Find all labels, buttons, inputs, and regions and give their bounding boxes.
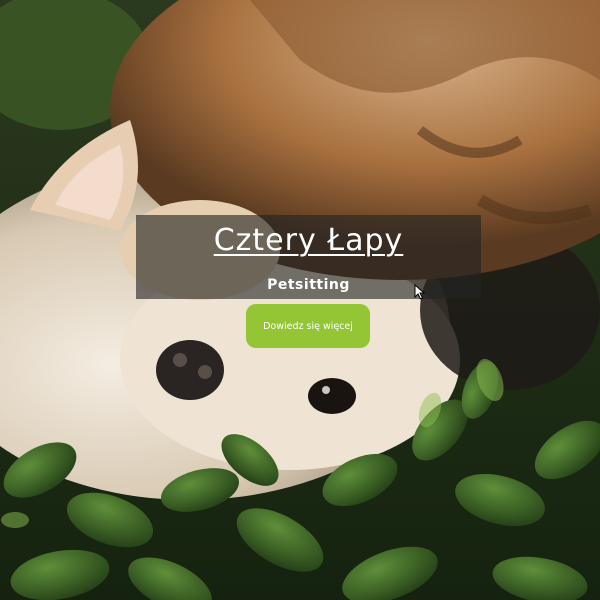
mouse-pointer-icon	[414, 284, 426, 300]
hero-background-image	[0, 0, 600, 600]
title-overlay-box: Cztery Łapy Petsitting	[136, 215, 481, 299]
hero-section: Cztery Łapy Petsitting Dowiedz się więce…	[0, 0, 600, 600]
learn-more-button[interactable]: Dowiedz się więcej	[246, 304, 370, 348]
site-title-link[interactable]: Cztery Łapy	[136, 223, 481, 258]
site-subtitle: Petsitting	[267, 277, 350, 293]
